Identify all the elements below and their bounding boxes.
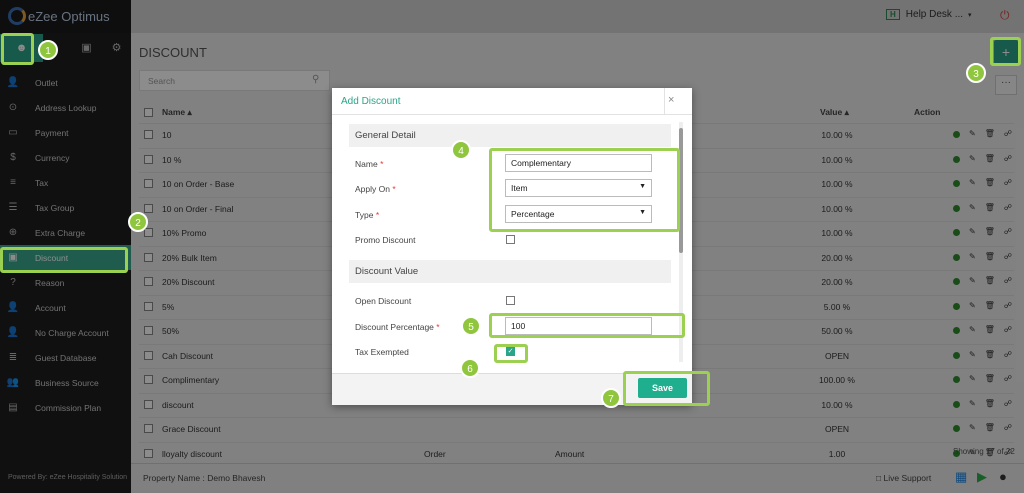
step-badge-2: 2 bbox=[128, 212, 148, 232]
highlight-user-icon bbox=[1, 33, 34, 65]
highlight-tax-exempted bbox=[494, 344, 528, 363]
discount-percentage-label: Discount Percentage * bbox=[355, 322, 440, 332]
promo-discount-checkbox[interactable] bbox=[506, 235, 515, 244]
open-discount-checkbox[interactable] bbox=[506, 296, 515, 305]
highlight-add-button bbox=[990, 37, 1021, 66]
close-divider bbox=[664, 88, 665, 114]
step-badge-3: 3 bbox=[966, 63, 986, 83]
tax-exempted-label: Tax Exempted bbox=[355, 347, 409, 357]
promo-discount-label: Promo Discount bbox=[355, 235, 416, 245]
dialog-divider bbox=[332, 114, 692, 115]
highlight-general-fields bbox=[489, 148, 680, 232]
highlight-discount-menu bbox=[0, 247, 128, 273]
step-badge-7: 7 bbox=[601, 388, 621, 408]
type-label: Type * bbox=[355, 210, 380, 220]
highlight-save-button bbox=[623, 371, 710, 406]
section-general-detail: General Detail bbox=[349, 124, 671, 147]
open-discount-label: Open Discount bbox=[355, 296, 412, 306]
step-badge-4: 4 bbox=[451, 140, 471, 160]
highlight-percentage-field bbox=[489, 313, 685, 338]
dialog-title: Add Discount bbox=[341, 96, 401, 107]
apply-on-label: Apply On * bbox=[355, 184, 396, 194]
step-badge-5: 5 bbox=[461, 316, 481, 336]
step-badge-6: 6 bbox=[460, 358, 480, 378]
name-label: Name * bbox=[355, 159, 384, 169]
close-icon[interactable]: × bbox=[668, 94, 674, 106]
step-badge-1: 1 bbox=[38, 40, 58, 60]
section-discount-value: Discount Value bbox=[349, 260, 671, 283]
